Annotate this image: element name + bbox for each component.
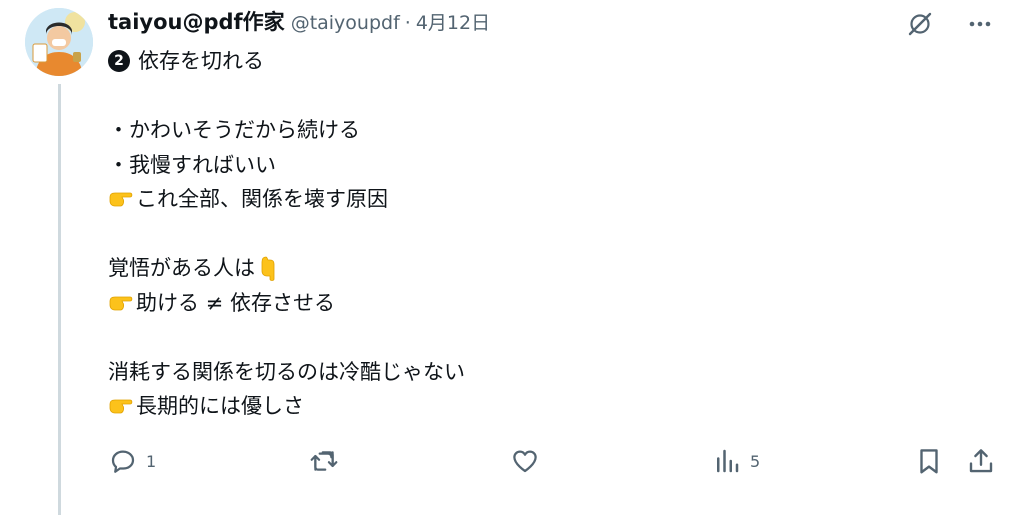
post-line-text: ・かわいそうだから続ける [108, 118, 360, 142]
post-action-bar: 1 5 [108, 446, 996, 482]
backhand-index-pointing-right-emoji [108, 393, 134, 419]
bookmark-icon [920, 449, 938, 474]
post-line: 長期的には優しさ [108, 389, 968, 424]
post-text: 2 依存を切れる ・かわいそうだから続ける ・我慢すればいい これ全部、関係を壊… [108, 44, 968, 424]
user-handle[interactable]: @taiyoupdf [291, 12, 400, 34]
separator: · [404, 12, 411, 34]
post-line-text: ・我慢すればいい [108, 152, 276, 177]
views-chart-icon [717, 449, 739, 473]
post-line-text: 助ける ≠ 依存させる [136, 290, 335, 315]
backhand-index-pointing-right-emoji [108, 186, 134, 212]
avatar-illustration [25, 8, 93, 76]
retweet-icon [310, 451, 338, 471]
heading-text: 依存を切れる [138, 49, 264, 73]
post-line: ・かわいそうだから続ける [108, 113, 968, 148]
display-name[interactable]: taiyou@pdf作家 [108, 6, 285, 36]
post-line: 覚悟がある人は [108, 251, 968, 286]
post-top-icons [904, 8, 996, 40]
post-line: 消耗する関係を切るのは冷酷じゃない [108, 355, 968, 390]
post-line-text: これ全部、関係を壊す原因 [136, 187, 388, 211]
post-line: ・我慢すればいい [108, 148, 968, 183]
grok-icon[interactable] [904, 8, 936, 40]
post-header: taiyou@pdf作家 @taiyoupdf · 4月12日 [108, 6, 490, 38]
number-badge: 2 [108, 50, 130, 73]
reply-count: 1 [146, 451, 157, 471]
post-line-text: 消耗する関係を切るのは冷酷じゃない [108, 359, 465, 384]
reply-button[interactable]: 1 [108, 446, 156, 476]
bookmark-button[interactable] [914, 446, 944, 476]
heart-icon [513, 450, 537, 473]
post-date[interactable]: 4月12日 [416, 8, 490, 35]
post-line-text: 覚悟がある人は [108, 256, 255, 280]
thread-line [58, 84, 61, 515]
views-count: 5 [750, 451, 761, 471]
retweet-button[interactable] [308, 446, 348, 476]
backhand-index-pointing-down-emoji [255, 255, 281, 282]
backhand-index-pointing-right-emoji [108, 290, 134, 316]
post-line: これ全部、関係を壊す原因 [108, 182, 968, 217]
post-line: 助ける ≠ 依存させる [108, 286, 968, 321]
reply-icon [111, 450, 135, 473]
avatar[interactable] [25, 8, 93, 76]
post-line-text: 長期的には優しさ [136, 394, 304, 418]
like-button[interactable] [510, 446, 548, 476]
share-icon [969, 449, 993, 473]
share-button[interactable] [966, 446, 996, 476]
views-button[interactable]: 5 [712, 446, 760, 476]
more-icon[interactable] [964, 8, 996, 40]
post-heading: 2 依存を切れる [108, 44, 968, 79]
